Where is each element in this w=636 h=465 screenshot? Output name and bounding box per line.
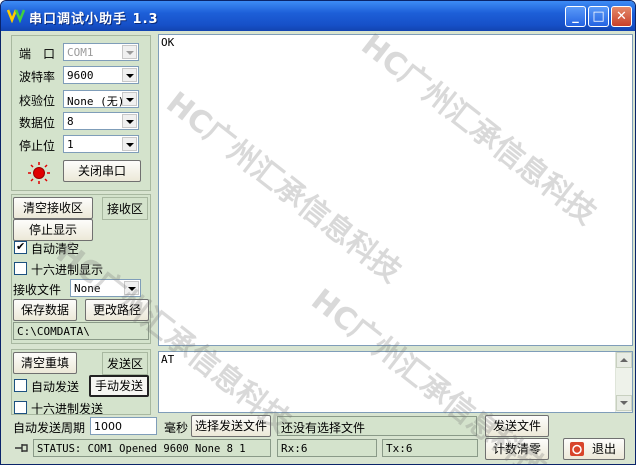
app-window: 串口调试小助手 1.3 _ □ ✕ 端 口 COM1 波特率 9600 校验位 … — [0, 0, 636, 465]
file-status-field: 还没有选择文件 — [277, 416, 477, 436]
period-value: 1000 — [94, 420, 122, 433]
auto-clear-label: 自动清空 — [31, 242, 80, 256]
port-status-led-icon — [28, 162, 50, 184]
manual-send-button[interactable]: 手动发送 — [89, 375, 149, 397]
port-value: COM1 — [67, 46, 94, 59]
parity-label: 校验位 — [19, 94, 56, 108]
send-scrollbar[interactable] — [615, 352, 632, 412]
stopbits-value: 1 — [67, 138, 74, 151]
tx-counter: Tx:6 — [382, 439, 478, 457]
receive-file-value: None — [74, 282, 101, 295]
maximize-button[interactable]: □ — [588, 6, 609, 27]
send-file-button[interactable]: 发送文件 — [485, 415, 549, 437]
receive-file-label: 接收文件 — [13, 283, 62, 297]
databits-value: 8 — [67, 115, 74, 128]
send-textarea[interactable]: AT — [158, 351, 633, 413]
change-path-button[interactable]: 更改路径 — [85, 299, 149, 321]
scroll-down-icon[interactable] — [616, 395, 632, 411]
receive-textarea[interactable]: OK — [158, 34, 633, 346]
app-logo-icon — [7, 9, 25, 23]
stopbits-label: 停止位 — [19, 139, 56, 153]
receive-file-select[interactable]: None — [70, 279, 141, 297]
exit-button[interactable]: 退出 — [563, 438, 625, 460]
rx-counter: Rx:6 — [277, 439, 377, 457]
window-title: 串口调试小助手 1.3 — [29, 12, 159, 27]
period-input[interactable]: 1000 — [90, 417, 157, 435]
parity-select[interactable]: None (无) — [63, 90, 139, 108]
maximize-icon: □ — [592, 9, 605, 24]
chevron-down-icon[interactable] — [122, 137, 137, 151]
save-data-button[interactable]: 保存数据 — [13, 299, 77, 321]
send-content: AT — [161, 353, 175, 366]
baud-label: 波特率 — [19, 70, 56, 84]
close-icon: ✕ — [616, 9, 627, 24]
send-area-label: 发送区 — [102, 352, 149, 375]
port-select[interactable]: COM1 — [63, 43, 139, 61]
auto-send-checkbox[interactable] — [14, 379, 27, 392]
chevron-down-icon[interactable] — [122, 68, 137, 82]
receive-content: OK — [161, 36, 175, 49]
ms-label: 毫秒 — [164, 421, 189, 435]
status-text: STATUS: COM1 Opened 9600 None 8 1 — [37, 443, 246, 455]
scroll-up-icon[interactable] — [616, 352, 632, 368]
baud-value: 9600 — [67, 69, 94, 82]
file-status-text: 还没有选择文件 — [281, 421, 366, 435]
exit-label: 退出 — [592, 442, 617, 456]
receive-area-label: 接收区 — [102, 197, 149, 220]
close-port-button[interactable]: 关闭串口 — [63, 160, 141, 182]
clear-receive-button[interactable]: 清空接收区 — [13, 197, 93, 219]
save-path-text: C:\COMDATA\ — [17, 325, 90, 338]
rx-text: Rx:6 — [281, 442, 308, 455]
chevron-down-icon[interactable] — [124, 281, 139, 295]
period-label: 自动发送周期 — [13, 421, 86, 435]
chevron-down-icon[interactable] — [122, 92, 137, 106]
hex-send-label: 十六进制发送 — [31, 402, 104, 416]
power-icon — [570, 442, 584, 456]
hex-display-label: 十六进制显示 — [31, 263, 104, 277]
close-button[interactable]: ✕ — [611, 6, 632, 27]
save-path-field: C:\COMDATA\ — [13, 322, 149, 340]
counter-clear-button[interactable]: 计数清零 — [485, 438, 549, 460]
parity-value: None (无) — [67, 95, 125, 108]
status-field: STATUS: COM1 Opened 9600 None 8 1 — [33, 439, 271, 457]
stop-display-button[interactable]: 停止显示 — [13, 219, 93, 241]
hex-send-checkbox[interactable] — [14, 401, 27, 414]
tx-text: Tx:6 — [386, 442, 413, 455]
minimize-button[interactable]: _ — [565, 6, 586, 27]
minimize-icon: _ — [572, 9, 579, 24]
databits-label: 数据位 — [19, 116, 56, 130]
baud-select[interactable]: 9600 — [63, 66, 139, 84]
stopbits-select[interactable]: 1 — [63, 135, 139, 153]
auto-send-label: 自动发送 — [31, 380, 80, 394]
clear-send-button[interactable]: 清空重填 — [13, 352, 77, 374]
auto-clear-checkbox[interactable] — [14, 240, 27, 254]
pin-icon — [15, 444, 28, 452]
databits-select[interactable]: 8 — [63, 112, 139, 130]
chevron-down-icon[interactable] — [122, 45, 137, 59]
select-send-file-button[interactable]: 选择发送文件 — [191, 415, 271, 437]
hex-display-checkbox[interactable] — [14, 262, 27, 275]
port-label: 端 口 — [19, 47, 56, 61]
chevron-down-icon[interactable] — [122, 114, 137, 128]
title-bar[interactable]: 串口调试小助手 1.3 _ □ ✕ — [1, 1, 635, 31]
